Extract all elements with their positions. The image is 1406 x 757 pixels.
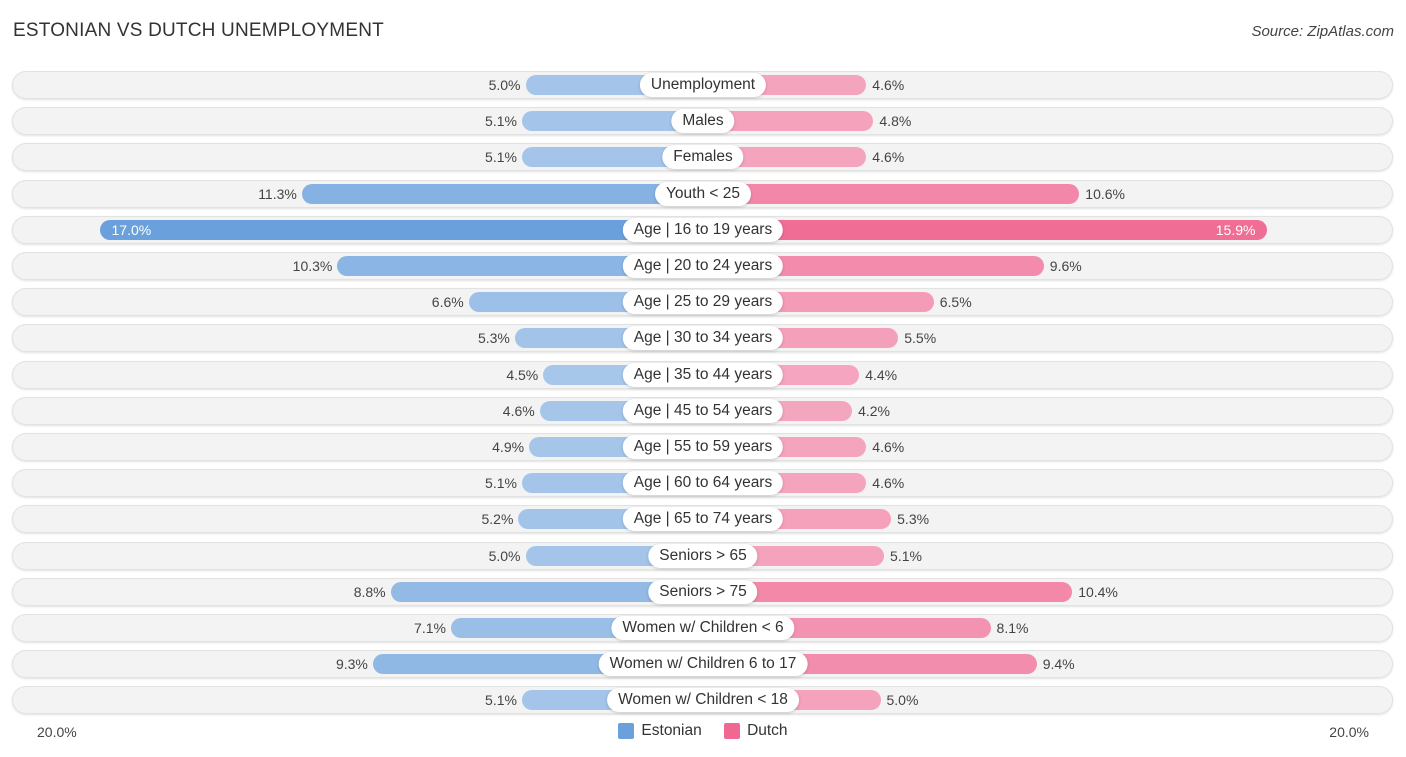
- value-label-estonian: 5.2%: [481, 511, 514, 528]
- category-label: Women w/ Children < 18: [607, 688, 799, 713]
- category-label: Age | 60 to 64 years: [622, 471, 784, 496]
- value-label-dutch: 8.1%: [996, 620, 1029, 636]
- value-label-dutch: 4.2%: [858, 402, 891, 419]
- value-label-dutch: 4.6%: [872, 77, 905, 93]
- value-label-estonian: 4.5%: [506, 366, 539, 383]
- value-label-dutch: 4.6%: [872, 149, 905, 166]
- value-label-estonian: 10.3%: [292, 258, 333, 274]
- legend-item-dutch[interactable]: Dutch: [724, 722, 788, 740]
- legend-swatch-estonian: [618, 723, 635, 739]
- value-label-estonian: 5.3%: [477, 330, 510, 347]
- value-label-dutch: 10.4%: [1078, 583, 1118, 600]
- value-label-dutch: 9.4%: [1042, 656, 1075, 673]
- bar-dutch[interactable]: [703, 183, 1080, 204]
- value-label-dutch: 15.9%: [1215, 221, 1256, 238]
- value-label-estonian: 9.3%: [335, 656, 368, 673]
- diverging-bar-chart: 5.0% 4.6% Unemployment 5.1% 4.8% Males 5.1% 4.6…: [0, 0, 1406, 757]
- value-label-estonian: 11.3%: [258, 185, 297, 202]
- category-label: Youth < 25: [655, 181, 751, 206]
- value-label-dutch: 4.8%: [879, 113, 912, 130]
- legend-label-estonian: Estonian: [641, 722, 702, 739]
- value-label-estonian: 5.0%: [488, 77, 521, 93]
- value-label-dutch: 5.3%: [897, 511, 930, 528]
- category-label: Unemployment: [639, 73, 767, 97]
- value-label-estonian: 6.6%: [431, 294, 464, 311]
- value-label-estonian: 5.1%: [485, 149, 517, 166]
- value-label-dutch: 4.6%: [872, 439, 905, 455]
- bar-dutch[interactable]: [703, 581, 1073, 602]
- value-label-estonian: 5.1%: [485, 113, 517, 130]
- category-label: Age | 45 to 54 years: [622, 398, 784, 423]
- value-label-dutch: 5.1%: [890, 547, 922, 564]
- value-label-estonian: 7.1%: [414, 620, 446, 636]
- value-label-dutch: 5.0%: [886, 692, 919, 709]
- value-label-dutch: 10.6%: [1085, 185, 1125, 202]
- value-label-estonian: 8.8%: [353, 583, 386, 600]
- value-label-estonian: 17.0%: [111, 221, 152, 238]
- legend-item-estonian[interactable]: Estonian: [618, 722, 702, 740]
- bar-estonian[interactable]: [99, 219, 703, 240]
- value-label-estonian: 5.1%: [485, 692, 517, 709]
- category-label: Age | 35 to 44 years: [622, 362, 784, 387]
- category-label: Age | 25 to 29 years: [622, 290, 784, 315]
- category-label: Age | 65 to 74 years: [622, 507, 784, 532]
- bar-dutch[interactable]: [703, 219, 1268, 240]
- legend-label-dutch: Dutch: [747, 722, 788, 739]
- legend-swatch-dutch: [724, 723, 741, 739]
- value-label-estonian: 5.1%: [485, 475, 517, 492]
- category-label: Age | 16 to 19 years: [622, 217, 784, 242]
- category-label: Age | 20 to 24 years: [622, 254, 784, 278]
- category-label: Males: [671, 109, 735, 134]
- value-label-dutch: 6.5%: [939, 294, 972, 311]
- value-label-dutch: 5.5%: [904, 330, 937, 347]
- category-label: Age | 30 to 34 years: [622, 326, 784, 351]
- category-label: Age | 55 to 59 years: [622, 435, 784, 459]
- value-label-estonian: 4.9%: [492, 439, 525, 455]
- value-label-dutch: 4.4%: [865, 366, 898, 383]
- value-label-estonian: 5.0%: [488, 547, 521, 564]
- category-label: Women w/ Children 6 to 17: [598, 652, 808, 677]
- bar-estonian[interactable]: [301, 183, 703, 204]
- category-label: Women w/ Children < 6: [611, 616, 795, 640]
- legend: Estonian Dutch: [0, 722, 1406, 744]
- value-label-dutch: 4.6%: [872, 475, 905, 492]
- value-label-estonian: 4.6%: [502, 402, 535, 419]
- value-label-dutch: 9.6%: [1049, 258, 1082, 274]
- category-label: Females: [662, 145, 744, 170]
- category-label: Seniors > 75: [648, 579, 758, 604]
- category-label: Seniors > 65: [648, 543, 758, 568]
